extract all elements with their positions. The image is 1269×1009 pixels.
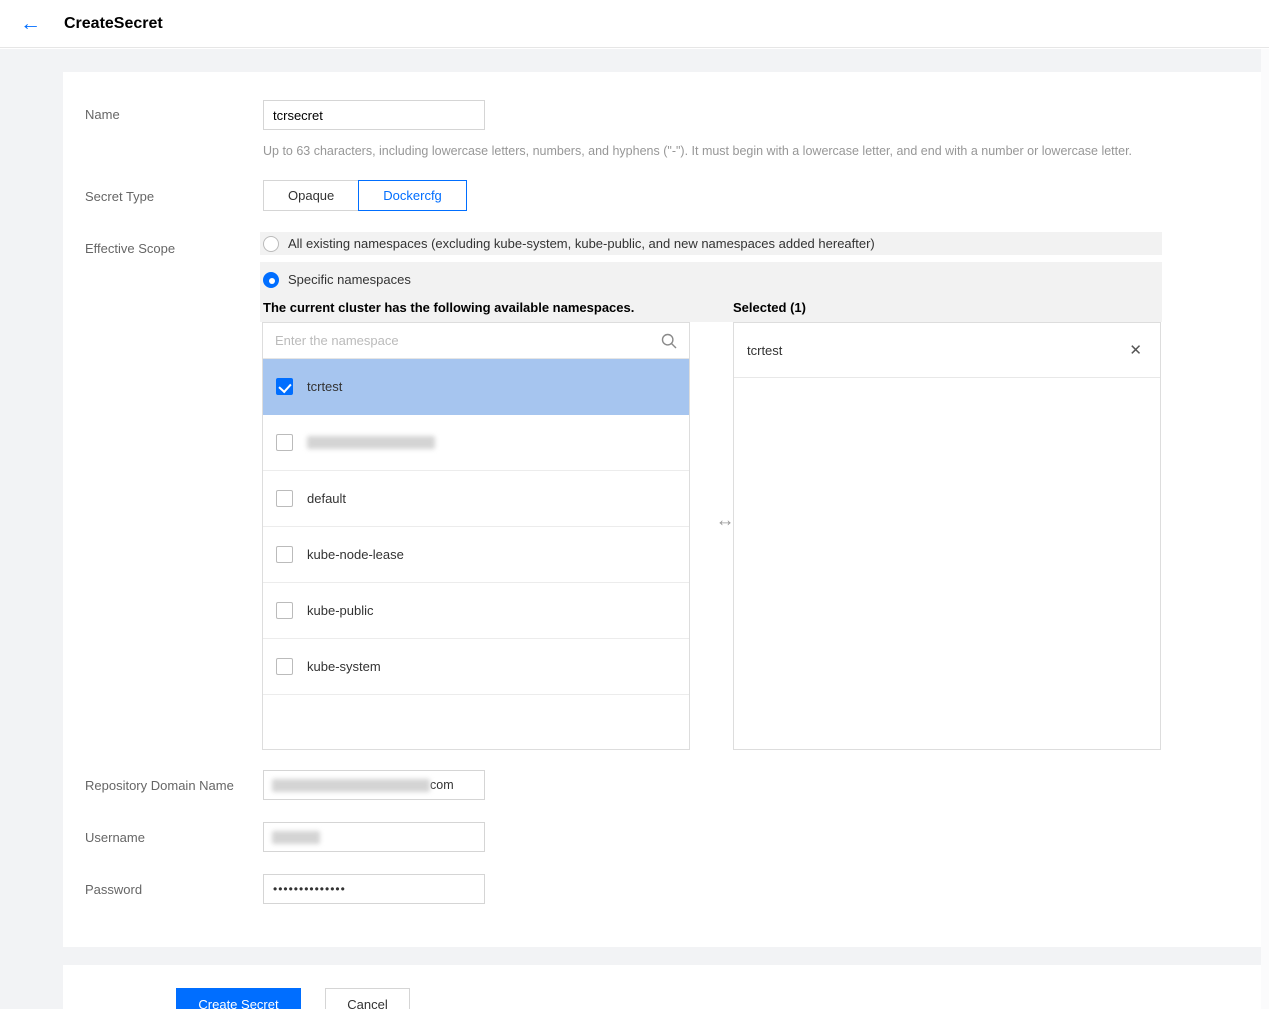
scope-option-all[interactable]: All existing namespaces (excluding kube-… bbox=[260, 232, 1162, 255]
radio-selected-icon[interactable] bbox=[263, 272, 279, 288]
available-namespaces-header: The current cluster has the following av… bbox=[263, 300, 634, 315]
namespace-row-default[interactable]: default bbox=[263, 471, 689, 527]
secret-type-opaque-button[interactable]: Opaque bbox=[263, 180, 359, 211]
secret-type-group: Opaque Dockercfg bbox=[263, 180, 467, 211]
remove-selected-icon[interactable]: ✕ bbox=[1129, 343, 1142, 358]
repository-domain-label: Repository Domain Name bbox=[85, 778, 234, 793]
namespace-label: kube-node-lease bbox=[307, 547, 404, 562]
checkbox-checked-icon[interactable] bbox=[276, 378, 293, 395]
effective-scope-label: Effective Scope bbox=[85, 241, 175, 256]
page-title: CreateSecret bbox=[64, 15, 163, 33]
checkbox-icon[interactable] bbox=[276, 546, 293, 563]
password-input[interactable] bbox=[263, 874, 485, 904]
scope-option-specific-label: Specific namespaces bbox=[288, 272, 411, 287]
back-arrow-icon[interactable]: ← bbox=[20, 13, 41, 34]
username-input[interactable] bbox=[263, 822, 485, 852]
namespace-row-tcrtest[interactable]: tcrtest bbox=[263, 359, 689, 415]
create-secret-page: ← CreateSecret Name Up to 63 characters,… bbox=[0, 0, 1269, 1009]
search-icon bbox=[661, 333, 677, 349]
create-secret-button[interactable]: Create Secret bbox=[176, 988, 301, 1009]
username-label: Username bbox=[85, 830, 145, 845]
form-card: Name Up to 63 characters, including lowe… bbox=[63, 72, 1261, 947]
checkbox-icon[interactable] bbox=[276, 658, 293, 675]
available-namespaces-panel: tcrtest default kube-node-lease kube-pub… bbox=[262, 322, 690, 750]
selected-namespace-label: tcrtest bbox=[747, 343, 782, 358]
top-bar: ← CreateSecret bbox=[0, 0, 1269, 48]
scope-option-all-label: All existing namespaces (excluding kube-… bbox=[288, 236, 875, 251]
selected-row-tcrtest: tcrtest ✕ bbox=[734, 323, 1160, 378]
name-input[interactable] bbox=[263, 100, 485, 130]
checkbox-icon[interactable] bbox=[276, 490, 293, 507]
radio-unselected-icon[interactable] bbox=[263, 236, 279, 252]
redacted-namespace-label bbox=[307, 436, 435, 449]
checkbox-icon[interactable] bbox=[276, 434, 293, 451]
scope-option-specific[interactable]: Specific namespaces bbox=[260, 262, 1162, 292]
namespace-row-kube-system[interactable]: kube-system bbox=[263, 639, 689, 695]
namespace-row-kube-node-lease[interactable]: kube-node-lease bbox=[263, 527, 689, 583]
namespace-label: kube-public bbox=[307, 603, 374, 618]
selected-namespaces-panel: tcrtest ✕ bbox=[733, 322, 1161, 750]
namespace-label: default bbox=[307, 491, 346, 506]
redacted-username-value bbox=[272, 831, 320, 844]
namespace-search-input[interactable] bbox=[275, 333, 661, 348]
name-hint: Up to 63 characters, including lowercase… bbox=[263, 144, 1253, 158]
namespace-label: tcrtest bbox=[307, 379, 342, 394]
namespace-label: kube-system bbox=[307, 659, 381, 674]
password-label: Password bbox=[85, 882, 142, 897]
domain-suffix: com bbox=[430, 778, 454, 792]
namespace-row-redacted[interactable] bbox=[263, 415, 689, 471]
cancel-button[interactable]: Cancel bbox=[325, 988, 410, 1009]
secret-type-dockercfg-button[interactable]: Dockercfg bbox=[358, 180, 467, 211]
footer-action-bar: Create Secret Cancel bbox=[63, 965, 1261, 1009]
namespace-search-box bbox=[263, 323, 689, 359]
selected-header: Selected (1) bbox=[733, 300, 806, 315]
repository-domain-input[interactable]: com bbox=[263, 770, 485, 800]
checkbox-icon[interactable] bbox=[276, 602, 293, 619]
secret-type-label: Secret Type bbox=[85, 189, 154, 204]
redacted-domain-value bbox=[272, 779, 430, 792]
scrollbar-track[interactable] bbox=[1261, 49, 1269, 1009]
scope-option-all-band: All existing namespaces (excluding kube-… bbox=[260, 232, 1162, 255]
namespace-row-kube-public[interactable]: kube-public bbox=[263, 583, 689, 639]
name-label: Name bbox=[85, 107, 120, 122]
